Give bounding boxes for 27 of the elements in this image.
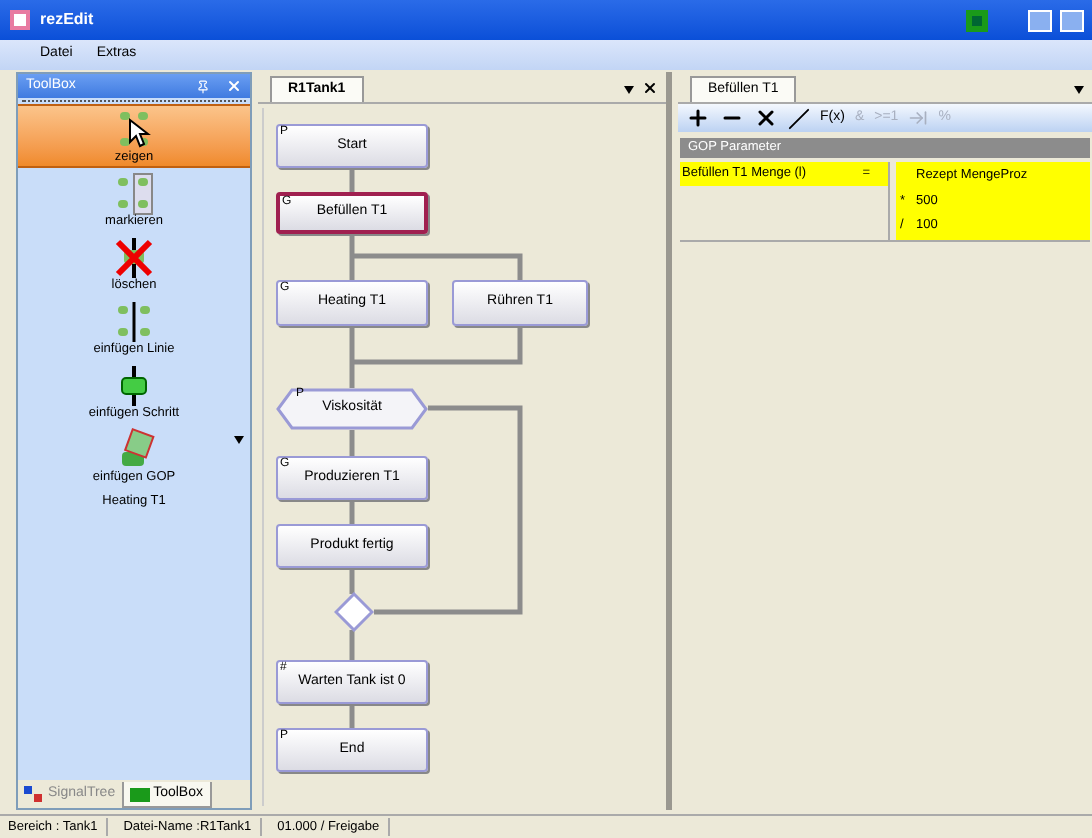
toolbar-button[interactable] [686,106,710,130]
toolbar-button[interactable] [754,106,778,130]
add-icon [686,106,710,130]
close-icon [754,106,778,130]
connector-line [349,568,355,594]
app-icon [8,8,32,32]
caret-icon[interactable] [624,86,634,94]
insert-line-icon [112,299,156,344]
connector-line [349,704,355,728]
window-title: rezEdit [40,8,94,32]
window-button[interactable] [1060,9,1084,31]
arrow-to-line-icon [908,108,929,128]
caret-icon[interactable] [234,436,244,444]
connector-line [349,500,355,524]
delete-node-icon [112,235,156,280]
tree-icon [24,786,44,804]
close-icon[interactable] [642,80,658,96]
window-button[interactable] [1028,9,1052,31]
caret-icon[interactable] [1074,86,1084,94]
connector-line [349,430,355,456]
selection-nodes-icon [112,171,156,216]
connector-line [349,630,355,660]
connector-line [349,168,355,192]
toolbar-button[interactable] [788,106,810,130]
slash-icon [788,107,810,129]
merge-diamond[interactable] [334,592,374,632]
pin-icon[interactable] [196,79,210,93]
